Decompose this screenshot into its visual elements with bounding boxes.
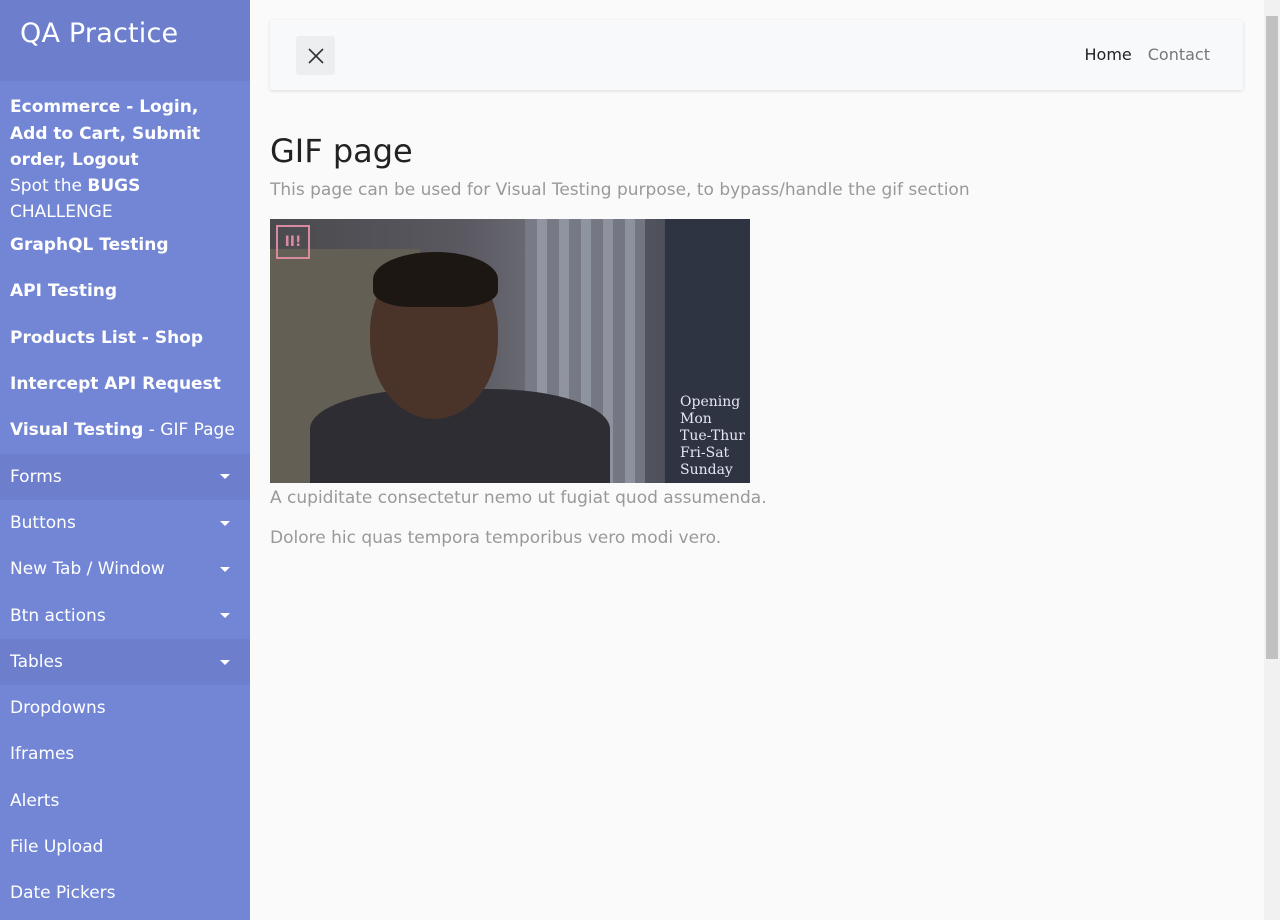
caret-down-icon <box>220 659 230 665</box>
sidebar-item-label: Ecommerce - Login, Add to Cart, Submit o… <box>10 97 201 171</box>
gif-image: II! Opening Mon Tue-Thur Fri-Sat Sunday <box>270 219 750 483</box>
sidebar-item-graphql[interactable]: GraphQL Testing <box>0 222 250 268</box>
sidebar-dropdown-new-tab[interactable]: New Tab / Window <box>0 546 250 592</box>
sidebar-item-label: Alerts <box>10 790 60 811</box>
sidebar-toggle-button[interactable] <box>296 36 335 75</box>
sidebar-item-label: Iframes <box>10 744 75 765</box>
sidebar-item-label: Intercept API Request <box>10 374 221 395</box>
sidebar-item-label: File Upload <box>10 837 104 858</box>
page-title: GIF page <box>270 132 413 170</box>
sidebar-item-api-testing[interactable]: API Testing <box>0 269 250 315</box>
close-icon <box>307 47 324 64</box>
scrollbar-thumb[interactable] <box>1266 16 1278 659</box>
nav-link-contact[interactable]: Contact <box>1148 45 1210 64</box>
sidebar-item-ecommerce[interactable]: Ecommerce - Login, Add to Cart, Submit o… <box>0 92 250 176</box>
paragraph-1: A cupiditate consectetur nemo ut fugiat … <box>270 488 767 508</box>
gif-sign: Opening Mon Tue-Thur Fri-Sat Sunday <box>680 394 745 478</box>
nav-link-home[interactable]: Home <box>1085 45 1132 64</box>
sidebar-item-label: Tables <box>10 651 63 672</box>
sidebar-item-iframes[interactable]: Iframes <box>0 732 250 778</box>
sidebar-item-label: Visual Testing - GIF Page <box>10 420 235 441</box>
sidebar-item-label: New Tab / Window <box>10 559 165 580</box>
sidebar-dropdown-buttons[interactable]: Buttons <box>0 500 250 546</box>
sidebar-item-label: Products List - Shop <box>10 327 204 348</box>
sidebar-dropdown-forms[interactable]: Forms <box>0 453 250 501</box>
sidebar-item-label: Spot the BUGS CHALLENGE <box>10 175 141 223</box>
sidebar-item-label: API Testing <box>10 281 118 302</box>
sidebar-item-dropdowns[interactable]: Dropdowns <box>0 685 250 731</box>
page-scrollbar[interactable] <box>1264 0 1280 920</box>
sidebar-dropdown-tables[interactable]: Tables <box>0 638 250 686</box>
caret-down-icon <box>220 567 230 573</box>
sidebar-dropdown-btn-actions[interactable]: Btn actions <box>0 593 250 639</box>
page-subtitle: This page can be used for Visual Testing… <box>270 180 970 200</box>
top-navbar: Home Contact <box>270 20 1243 90</box>
gif-watermark-logo: II! <box>276 225 310 259</box>
sidebar-item-label: Btn actions <box>10 605 106 626</box>
main-content: Home Contact GIF page This page can be u… <box>270 20 1243 548</box>
sidebar: QA Practice Ecommerce - Login, Add to Ca… <box>0 0 250 920</box>
caret-down-icon <box>220 520 230 526</box>
sidebar-item-label: GraphQL Testing <box>10 235 169 256</box>
sidebar-item-date-pickers[interactable]: Date Pickers <box>0 870 250 916</box>
sidebar-item-alerts[interactable]: Alerts <box>0 778 250 824</box>
caret-down-icon <box>220 474 230 480</box>
sidebar-item-spot-bugs[interactable]: Spot the BUGS CHALLENGE <box>0 176 250 223</box>
sidebar-item-label: Forms <box>10 466 62 487</box>
sidebar-item-file-upload[interactable]: File Upload <box>0 824 250 870</box>
navbar-links: Home Contact <box>1085 45 1211 64</box>
paragraph-2: Dolore hic quas tempora temporibus vero … <box>270 528 722 548</box>
sidebar-item-products-list[interactable]: Products List - Shop <box>0 315 250 361</box>
sidebar-item-label: Dropdowns <box>10 698 106 719</box>
sidebar-item-intercept-api[interactable]: Intercept API Request <box>0 361 250 407</box>
sidebar-item-label: Date Pickers <box>10 883 116 904</box>
sidebar-item-label: Buttons <box>10 512 76 533</box>
caret-down-icon <box>220 613 230 619</box>
sidebar-title: QA Practice <box>0 0 250 81</box>
sidebar-item-visual-testing[interactable]: Visual Testing - GIF Page <box>0 407 250 453</box>
